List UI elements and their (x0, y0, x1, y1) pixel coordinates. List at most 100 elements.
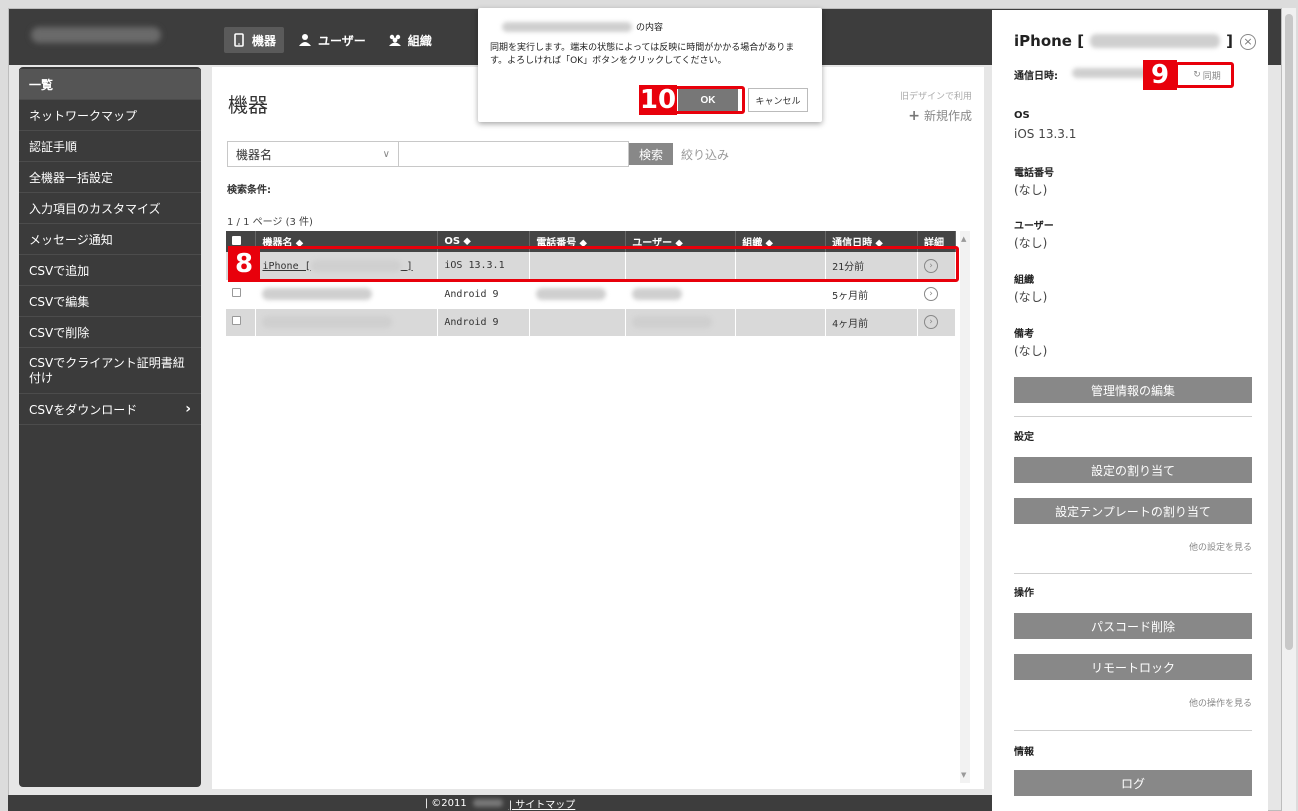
more-ops-link[interactable]: 他の操作を見る (1189, 696, 1252, 709)
user-value: (なし) (1014, 236, 1048, 250)
sidebar-item-list[interactable]: 一覧 (19, 69, 201, 100)
sidebar-item-csv-add[interactable]: CSVで追加 (19, 255, 201, 286)
dialog-cancel-button[interactable]: キャンセル (748, 88, 808, 112)
main-content: 機器 旧デザインで利用 + 新規作成 機器名 ∨ 検索 絞り込み 検索条件: 1 /… (212, 67, 984, 789)
passcode-delete-button[interactable]: パスコード削除 (1014, 613, 1252, 639)
redacted-text (262, 316, 393, 328)
sidebar-item-label: CSVで編集 (29, 294, 90, 309)
tab-users-label: ユーザー (318, 33, 366, 48)
callout-step8: 8 (228, 246, 260, 282)
pager-info: 1 / 1 ページ (3 件) (227, 217, 313, 228)
sidebar-item-message-notify[interactable]: メッセージ通知 (19, 224, 201, 255)
scroll-up-icon[interactable]: ▲ (961, 235, 966, 243)
sidebar: 一覧 ネットワークマップ 認証手順 全機器一括設定 入力項目のカスタマイズ メッ… (19, 67, 201, 787)
redacted-text (632, 316, 713, 328)
sidebar-item-auth-procedure[interactable]: 認証手順 (19, 131, 201, 162)
filter-link[interactable]: 絞り込み (681, 146, 729, 163)
sidebar-item-customize-fields[interactable]: 入力項目のカスタマイズ (19, 193, 201, 224)
scroll-down-icon[interactable]: ▼ (961, 771, 966, 779)
org-value: (なし) (1014, 290, 1048, 304)
sidebar-item-csv-edit[interactable]: CSVで編集 (19, 286, 201, 317)
search-field-select[interactable]: 機器名 ∨ (227, 141, 399, 167)
footer: | ©2011 | サイトマップ (8, 795, 992, 811)
sidebar-item-label: CSVで削除 (29, 325, 90, 340)
chevron-down-icon: ∨ (382, 148, 390, 160)
page-scrollbar[interactable] (1282, 8, 1296, 811)
table-row[interactable]: Android 9 4ヶ月前 › (226, 308, 957, 337)
tab-users[interactable]: ユーザー (290, 27, 374, 53)
callout-step10: 10 (639, 85, 677, 115)
search-bar: 機器名 ∨ 検索 絞り込み (227, 141, 729, 167)
tab-organizations[interactable]: 組織 (380, 27, 440, 53)
row-checkbox[interactable] (232, 288, 241, 297)
detail-arrow-icon[interactable]: › (923, 315, 938, 329)
sidebar-item-label: ネットワークマップ (29, 108, 138, 123)
phone-label: 電話番号 (1014, 168, 1054, 179)
brand-logo (31, 27, 161, 43)
scroll-thumb[interactable] (1285, 14, 1293, 650)
search-button[interactable]: 検索 (629, 143, 674, 165)
sidebar-item-csv-cert[interactable]: CSVでクライアント証明書紐付け (19, 348, 201, 394)
row-select-cell (226, 308, 257, 337)
detail-arrow-icon[interactable]: › (923, 287, 938, 301)
device-table-wrap: 機器名 ⬥ OS ⬥ 電話番号 ⬥ ユーザー ⬥ 組織 ⬥ 通信日時 ⬥ 詳細 … (226, 231, 972, 783)
dialog-message: 同期を実行します。端末の状態によっては反映に時間がかかる場合があります。よろしけ… (490, 43, 795, 67)
device-name-cell (255, 308, 439, 337)
phone-icon (234, 33, 244, 47)
chevron-right-icon: › (185, 401, 191, 417)
sidebar-item-bulk-settings[interactable]: 全機器一括設定 (19, 162, 201, 193)
log-button[interactable]: ログ (1014, 770, 1252, 796)
sidebar-item-label: CSVで追加 (29, 263, 90, 278)
sidebar-item-label: 認証手順 (29, 139, 78, 154)
table-scrollbar[interactable]: ▲ ▼ (960, 231, 970, 783)
org-label: 組織 (1014, 275, 1034, 286)
sidebar-item-network-map[interactable]: ネットワークマップ (19, 100, 201, 131)
new-create-link[interactable]: + 新規作成 (908, 107, 972, 124)
redacted-text (536, 288, 607, 300)
edit-management-button[interactable]: 管理情報の編集 (1014, 377, 1252, 403)
table-row[interactable]: Android 9 5ヶ月前 › (226, 280, 957, 309)
panel-title-prefix: iPhone [ (1014, 32, 1085, 50)
row-checkbox[interactable] (232, 316, 241, 325)
org-cell (735, 280, 827, 309)
redacted-text (1090, 34, 1221, 48)
assign-settings-button[interactable]: 設定の割り当て (1014, 457, 1252, 483)
divider (1014, 573, 1252, 574)
sidebar-item-csv-download[interactable]: CSVをダウンロード › (19, 394, 201, 425)
search-input[interactable] (399, 141, 629, 167)
legacy-design-link[interactable]: 旧デザインで利用 (900, 89, 972, 102)
divider (1014, 730, 1252, 731)
redacted-text (632, 288, 683, 300)
redacted-text (1072, 68, 1152, 78)
sidebar-item-label: メッセージ通知 (29, 232, 113, 247)
sitemap-link[interactable]: | サイトマップ (509, 796, 576, 811)
os-cell: Android 9 (437, 280, 531, 309)
os-label: OS (1014, 110, 1030, 121)
last-comm-cell: 5ヶ月前 (825, 280, 918, 309)
note-value: (なし) (1014, 344, 1048, 358)
plus-icon: + (908, 107, 920, 124)
sidebar-item-csv-delete[interactable]: CSVで削除 (19, 317, 201, 348)
phone-cell (529, 280, 627, 309)
tab-devices[interactable]: 機器 (224, 27, 285, 53)
tab-organizations-label: 組織 (407, 33, 432, 48)
close-icon[interactable]: × (1240, 34, 1256, 50)
redacted-text (472, 799, 503, 807)
highlight-step8 (257, 246, 959, 282)
sidebar-item-label: 一覧 (29, 77, 54, 92)
assign-template-button[interactable]: 設定テンプレートの割り当て (1014, 498, 1252, 524)
panel-title-suffix: ] (1226, 32, 1233, 50)
select-all-checkbox[interactable] (232, 235, 241, 245)
last-comm-label: 通信日時: (1014, 71, 1058, 82)
user-cell (625, 308, 737, 337)
detail-cell: › (917, 280, 957, 309)
callout-step9: 9 (1143, 60, 1177, 90)
tab-devices-label: 機器 (252, 33, 277, 48)
settings-section-label: 設定 (1014, 432, 1034, 443)
person-icon (299, 34, 312, 46)
sidebar-item-label: 全機器一括設定 (29, 170, 114, 185)
sidebar-item-label: CSVをダウンロード (29, 402, 138, 417)
remote-lock-button[interactable]: リモートロック (1014, 654, 1252, 680)
info-section-label: 情報 (1014, 747, 1034, 758)
more-settings-link[interactable]: 他の設定を見る (1189, 540, 1252, 553)
